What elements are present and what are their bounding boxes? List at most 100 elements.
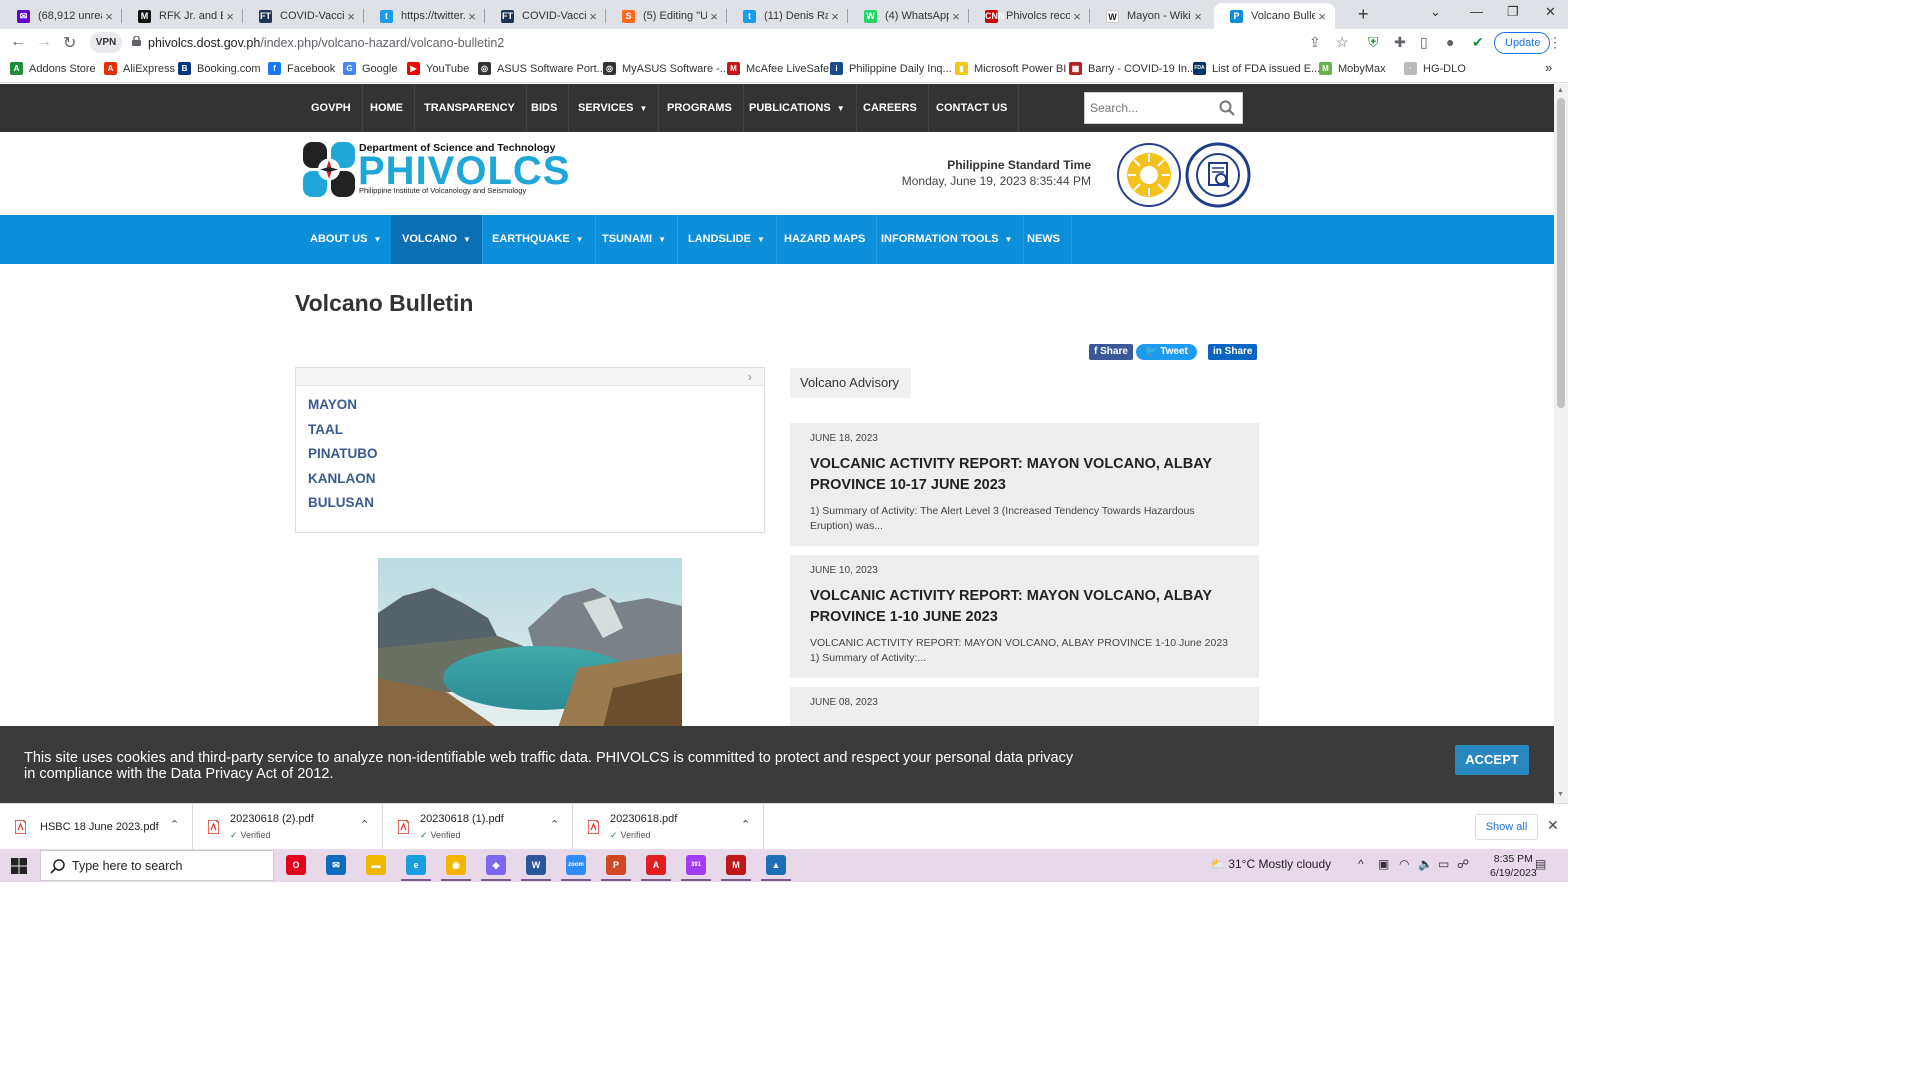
minimize-icon[interactable]: — [1470,4,1483,19]
bookmark-item[interactable]: G Google [343,62,397,75]
photos-app-icon[interactable]: ▲ [766,855,786,875]
download-item[interactable]: 20230618 (1).pdf ✓ Verified ⌃ [383,804,573,850]
top-nav-item[interactable]: TRANSPARENCY [413,84,527,132]
top-nav-item[interactable]: SERVICES ▼ [567,84,660,132]
mcafee-app-icon[interactable]: M [726,855,746,875]
browser-tab[interactable]: FT COVID-Vaccinat× [243,3,364,29]
network-icon[interactable]: ☍ [1457,857,1469,871]
bookmark-item[interactable]: i Philippine Daily Inq... [830,62,952,75]
tab-close-icon[interactable]: × [586,9,600,24]
browser-tab[interactable]: CNNPhivolcs record× [969,3,1090,29]
chevron-up-icon[interactable]: ⌃ [170,818,179,831]
page-scrollbar[interactable]: ▲ ▼ [1554,84,1568,803]
zoom-app-icon[interactable]: zoom [566,855,586,875]
address-bar-url[interactable]: phivolcs.dost.gov.ph/index.php/volcano-h… [148,36,504,50]
bookmark-item[interactable]: M MobyMax [1319,62,1386,75]
acrobat-app-icon[interactable]: A [646,855,666,875]
phivolcs-logo-icon[interactable] [303,142,355,197]
top-nav-item[interactable]: PUBLICATIONS ▼ [738,84,857,132]
browser-tab[interactable]: M RFK Jr. and Elon× [122,3,243,29]
app-app-icon[interactable]: ◈ [486,855,506,875]
tab-close-icon[interactable]: × [1070,9,1084,24]
tab-close-icon[interactable]: × [1191,9,1205,24]
tab-close-icon[interactable]: × [1315,9,1329,24]
browser-tab[interactable]: t https://twitter.c × [364,3,485,29]
browser-tab[interactable]: S (5) Editing "Upd× [606,3,727,29]
scrollbar-thumb[interactable] [1557,98,1565,408]
weather-widget[interactable]: ⛅ 31°C Mostly cloudy [1210,857,1331,871]
chrome-app-icon[interactable]: ◉ [446,855,466,875]
top-nav-item[interactable]: CAREERS [852,84,929,132]
forward-arrow-icon[interactable]: → [36,33,52,51]
main-nav-item[interactable]: ABOUT US ▼ [299,215,394,264]
main-nav-item[interactable]: HAZARD MAPS [773,215,878,264]
volcano-link[interactable]: TAAL [308,418,764,443]
bookmark-item[interactable]: ▦ Barry - COVID-19 In... [1069,62,1196,75]
volcano-link[interactable]: KANLAON [308,467,764,492]
bookmark-item[interactable]: f Facebook [268,62,335,75]
bookmark-item[interactable]: ▶ YouTube [407,62,469,75]
top-nav-item[interactable]: BIDS [520,84,570,132]
browser-tab[interactable]: W (4) WhatsApp × [848,3,969,29]
bookmark-item[interactable]: · HG-DLO [1404,62,1466,75]
volcano-link[interactable]: BULUSAN [308,491,764,516]
main-nav-item[interactable]: LANDSLIDE ▼ [677,215,777,264]
download-item[interactable]: 20230618.pdf ✓ Verified ⌃ [573,804,764,850]
bookmark-item[interactable]: ▮ Microsoft Power BI [955,62,1066,75]
extension-shield-icon[interactable]: ⛨ [1368,34,1379,51]
extensions-puzzle-icon[interactable]: ✚ [1394,34,1406,51]
close-downloads-icon[interactable]: ✕ [1547,817,1559,834]
main-nav-item[interactable]: EARTHQUAKE ▼ [481,215,596,264]
taskbar-clock[interactable]: 8:35 PM 6/19/2023 [1490,852,1537,880]
tab-close-icon[interactable]: × [344,9,358,24]
transparency-seal-icon[interactable] [1116,142,1182,208]
volcano-link[interactable]: PINATUBO [308,442,764,467]
battery-icon[interactable]: ▭ [1438,857,1449,871]
tab-close-icon[interactable]: × [828,9,842,24]
bookmarks-overflow-icon[interactable]: » [1545,60,1552,75]
bookmark-item[interactable]: B Booking.com [178,62,261,75]
messenger-app-icon[interactable]: 391 [686,855,706,875]
word-app-icon[interactable]: W [526,855,546,875]
main-nav-item[interactable]: TSUNAMI ▼ [591,215,679,264]
vpn-badge[interactable]: VPN [90,32,122,53]
download-item[interactable]: 20230618 (2).pdf ✓ Verified ⌃ [193,804,383,850]
search-icon[interactable] [1219,100,1235,116]
tab-close-icon[interactable]: × [707,9,721,24]
bookmark-item[interactable]: M McAfee LiveSafe [727,62,829,75]
share-page-icon[interactable]: ⇪ [1309,34,1321,51]
bookmark-item[interactable]: ◎ MyASUS Software -... [603,62,729,75]
bookmark-item[interactable]: A Addons Store [10,62,96,75]
tab-volcano-advisory[interactable]: Volcano Advisory [790,368,911,398]
browser-tab[interactable]: t (11) Denis Ranc× [727,3,848,29]
bulletin-title[interactable]: VOLCANIC ACTIVITY REPORT: MAYON VOLCANO,… [810,454,1239,496]
edge-app-icon[interactable]: e [406,855,426,875]
scroll-up-icon[interactable]: ▲ [1557,87,1564,94]
show-all-downloads-button[interactable]: Show all [1475,814,1538,840]
facebook-share-button[interactable]: f Share [1089,344,1133,360]
linkedin-share-button[interactable]: in Share [1208,344,1258,360]
top-nav-item[interactable]: PROGRAMS [656,84,744,132]
bookmark-star-icon[interactable]: ☆ [1336,34,1349,51]
bulletin-title[interactable]: VOLCANIC ACTIVITY REPORT: MAYON VOLCANO,… [810,586,1239,628]
volcano-link[interactable]: MAYON [308,393,764,418]
scroll-down-icon[interactable]: ▼ [1557,791,1564,798]
chevron-up-icon[interactable]: ⌃ [550,818,559,831]
reload-icon[interactable]: ↻ [63,33,76,53]
freedom-of-information-seal-icon[interactable] [1185,142,1251,208]
powerpoint-app-icon[interactable]: P [606,855,626,875]
back-arrow-icon[interactable]: ← [10,33,26,51]
side-panel-icon[interactable]: ▯ [1420,34,1428,51]
bookmark-item[interactable]: ◎ ASUS Software Port... [478,62,606,75]
opera-app-icon[interactable]: O [286,855,306,875]
tab-close-icon[interactable]: × [949,9,963,24]
browser-tab[interactable]: P Volcano Bulletin× [1214,3,1335,29]
top-nav-item[interactable]: HOME [359,84,415,132]
bookmark-item[interactable]: A AliExpress [104,62,175,75]
download-item[interactable]: HSBC 18 June 2023.pdf ⌃ [0,804,193,850]
top-nav-item[interactable]: GOVPH [300,84,363,132]
chevron-right-icon[interactable]: › [748,369,752,384]
notifications-icon[interactable]: ▤ [1535,857,1546,871]
update-button[interactable]: Update [1494,32,1550,54]
meet-now-icon[interactable]: ▣ [1378,857,1389,871]
